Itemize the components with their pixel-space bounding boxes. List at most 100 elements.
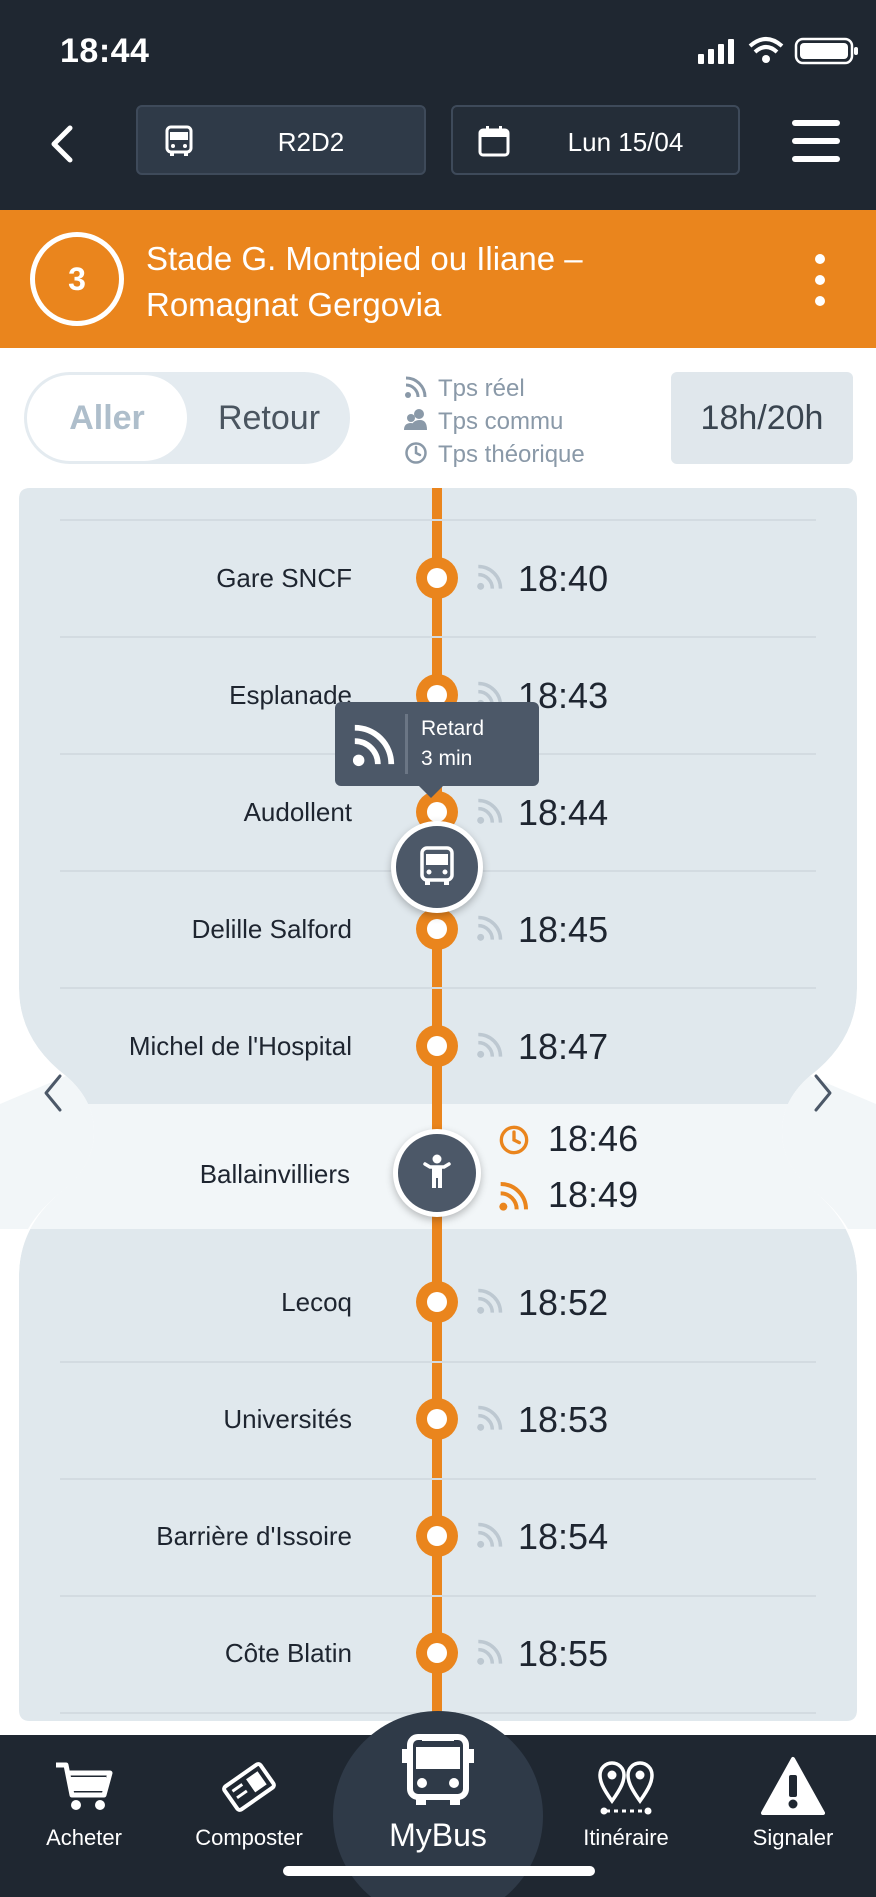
rss-icon: [477, 1032, 503, 1058]
rss-icon: [477, 564, 503, 590]
bus-position-marker[interactable]: [391, 821, 483, 913]
time-range-button[interactable]: 18h/20h: [671, 372, 853, 464]
clock-icon: [499, 1125, 529, 1155]
rss-icon: [477, 1405, 503, 1431]
stop-dot: [416, 1281, 458, 1323]
bus-icon: [402, 1734, 474, 1805]
delay-value: 3 min: [421, 747, 473, 770]
people-icon: [404, 409, 427, 430]
rss-icon: [477, 915, 503, 941]
direction-toggle[interactable]: Aller Retour: [24, 372, 350, 464]
rss-icon: [352, 724, 395, 767]
stop-name: Lecoq: [281, 1287, 352, 1317]
stop-dot: [416, 1398, 458, 1440]
stop-row[interactable]: Côte Blatin 18:55: [0, 1595, 876, 1712]
rss-icon: [477, 1639, 503, 1665]
rss-icon: [477, 1288, 503, 1314]
rss-icon: [477, 798, 503, 824]
stop-name: Barrière d'Issoire: [156, 1521, 352, 1551]
line-header: 3 Stade G. Montpied ou Iliane – Romagnat…: [0, 210, 876, 348]
delay-tooltip: Retard 3 min: [335, 702, 539, 798]
line-name-line2: Romagnat Gergovia: [146, 286, 442, 323]
status-bar: 18:44: [0, 0, 876, 82]
stop-time: 18:52: [518, 1282, 609, 1323]
stop-dot: [416, 557, 458, 599]
warning-icon: [761, 1757, 825, 1815]
realtime-time: 18:49: [548, 1174, 639, 1215]
tooltip-divider: [405, 714, 408, 774]
calendar-icon: [478, 126, 510, 157]
theoretical-time: 18:46: [548, 1118, 639, 1159]
line-selector[interactable]: R2D2: [136, 105, 426, 175]
bus-icon: [165, 125, 193, 156]
date-value: Lun 15/04: [567, 127, 684, 157]
user-position-marker[interactable]: [393, 1129, 481, 1217]
home-indicator[interactable]: [283, 1866, 595, 1876]
stop-name: Côte Blatin: [224, 1638, 352, 1668]
stop-time: 18:53: [518, 1399, 609, 1440]
stop-dot: [416, 1025, 458, 1067]
tab-signaler[interactable]: Signaler: [713, 1735, 873, 1851]
tab-composter-label: Composter: [195, 1825, 303, 1850]
stop-time: 18:55: [518, 1633, 609, 1674]
stop-time: 18:47: [518, 1026, 609, 1067]
legend-realtime: Tps réel: [404, 372, 585, 405]
stop-name: Esplanade: [229, 680, 352, 710]
status-icons: [698, 37, 858, 65]
direction-aller-option[interactable]: Aller: [27, 375, 187, 461]
current-stop-name: Ballainvilliers: [199, 1159, 350, 1189]
tab-composter[interactable]: Composter: [169, 1735, 329, 1851]
line-number-badge: 3: [30, 232, 124, 326]
stop-name: Delille Salford: [191, 914, 352, 944]
stop-row[interactable]: Gare SNCF 18:40: [0, 520, 876, 637]
stop-time: 18:45: [518, 909, 609, 950]
stop-time: 18:40: [518, 558, 609, 599]
line-name-line1: Stade G. Montpied ou Iliane –: [146, 240, 583, 277]
map-pin-icon: [598, 1761, 654, 1815]
stop-row[interactable]: Michel de l'Hospital 18:47: [0, 988, 876, 1105]
clock-icon: [405, 442, 427, 464]
delay-label: Retard: [421, 717, 485, 740]
stop-dot: [416, 908, 458, 950]
tab-acheter-label: Acheter: [46, 1825, 122, 1850]
rss-icon: [477, 1522, 503, 1548]
legend-theoretical-label: Tps théorique: [438, 441, 585, 468]
date-selector[interactable]: Lun 15/04: [451, 105, 740, 175]
cart-icon: [56, 1762, 113, 1810]
stop-name: Universités: [223, 1404, 352, 1434]
stop-dot: [416, 1515, 458, 1557]
time-legend: Tps réel Tps commu Tps théorique: [404, 372, 585, 471]
person-icon: [423, 1154, 451, 1188]
stop-row[interactable]: Barrière d'Issoire 18:54: [0, 1478, 876, 1595]
chevron-left-icon[interactable]: [38, 1068, 68, 1118]
menu-icon[interactable]: [792, 120, 840, 162]
nav-bar: R2D2 Lun 15/04: [0, 82, 876, 210]
delay-text: Retard 3 min: [421, 714, 484, 774]
stop-time: 18:54: [518, 1516, 609, 1557]
tab-itineraire[interactable]: Itinéraire: [546, 1735, 706, 1851]
line-value: R2D2: [277, 127, 345, 157]
rss-icon: [499, 1182, 528, 1211]
stop-row[interactable]: Lecoq 18:52: [0, 1244, 876, 1361]
line-name: Stade G. Montpied ou Iliane – Romagnat G…: [146, 236, 766, 328]
stop-dot: [416, 1632, 458, 1674]
direction-retour-option[interactable]: Retour: [194, 372, 344, 464]
ticket-icon: [222, 1762, 276, 1812]
tab-itineraire-label: Itinéraire: [583, 1825, 669, 1850]
tab-mybus-label: MyBus: [389, 1817, 487, 1853]
tab-acheter[interactable]: Acheter: [4, 1735, 164, 1851]
legend-community-label: Tps commu: [438, 408, 564, 435]
more-icon[interactable]: [810, 254, 830, 310]
stop-timeline[interactable]: Gare SNCF 18:40 Esplanade 18:43 Audollen…: [0, 488, 876, 1722]
stop-name: Gare SNCF: [216, 563, 352, 593]
status-time: 18:44: [60, 32, 150, 70]
legend-community: Tps commu: [404, 405, 585, 438]
bus-icon: [420, 846, 454, 885]
legend-theoretical: Tps théorique: [404, 438, 585, 471]
chevron-right-icon[interactable]: [808, 1068, 838, 1118]
stop-row[interactable]: Universités 18:53: [0, 1361, 876, 1478]
back-icon[interactable]: [40, 118, 84, 170]
legend-realtime-label: Tps réel: [438, 375, 525, 402]
rss-icon: [405, 376, 427, 398]
tab-signaler-label: Signaler: [752, 1825, 834, 1850]
